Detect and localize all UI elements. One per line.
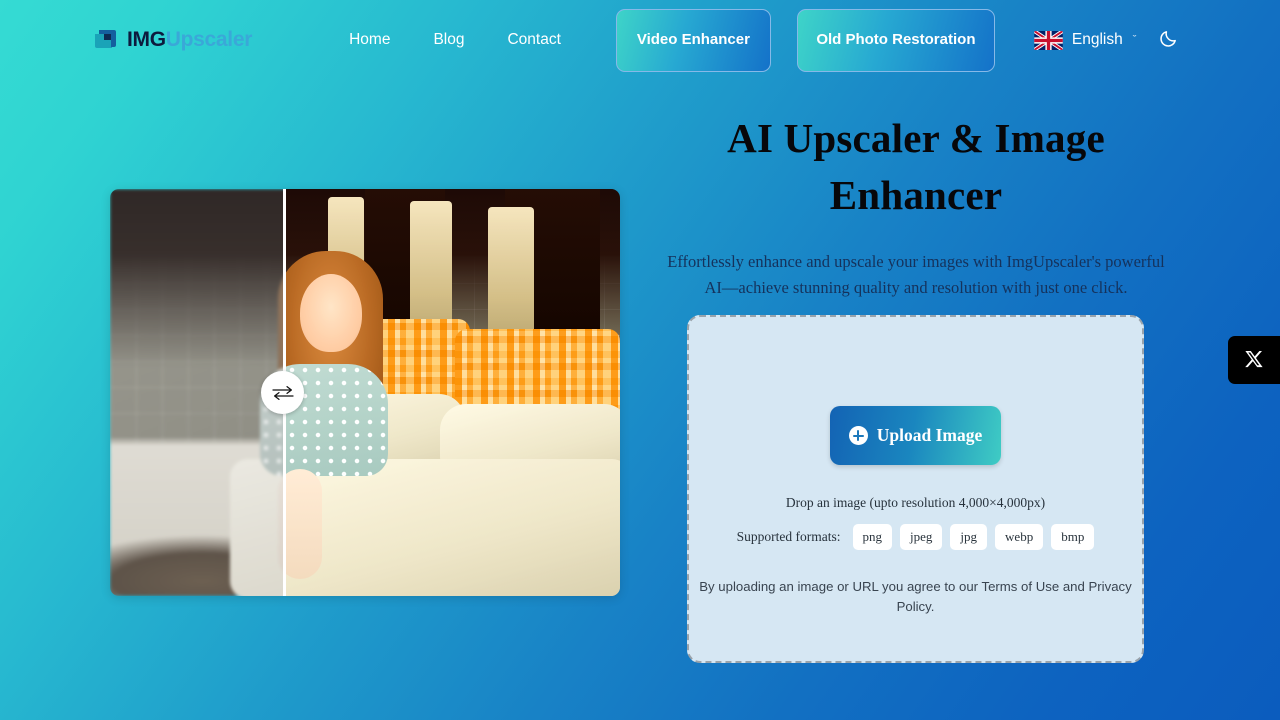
moon-icon[interactable]: [1158, 27, 1180, 54]
header-cta-group: Video Enhancer Old Photo Restoration: [615, 8, 995, 72]
format-chip-jpeg: jpeg: [900, 524, 943, 550]
nav-item-blog[interactable]: Blog: [433, 31, 464, 49]
upload-button-label: Upload Image: [876, 425, 983, 445]
before-after-comparison[interactable]: [110, 189, 620, 596]
nav-item-home[interactable]: Home: [349, 31, 390, 49]
comparison-slider-handle[interactable]: [261, 371, 304, 414]
hero-section: AI Upscaler & Image Enhancer Effortlessl…: [660, 110, 1172, 301]
page-title: AI Upscaler & Image Enhancer: [727, 115, 1105, 218]
format-chip-png: png: [852, 524, 893, 550]
upload-dropzone[interactable]: Upload Image Drop an image (upto resolut…: [687, 315, 1144, 663]
language-label: English: [1071, 31, 1123, 48]
site-header: IMGUpscaler Home Blog Contact Video Enha…: [0, 0, 1280, 80]
format-chip-webp: webp: [995, 524, 1044, 550]
upload-image-button[interactable]: Upload Image: [830, 406, 1001, 465]
terms-notice: By uploading an image or URL you agree t…: [699, 579, 1132, 614]
format-chip-jpg: jpg: [950, 524, 988, 550]
old-photo-restoration-button[interactable]: Old Photo Restoration: [796, 8, 995, 72]
swap-arrows-icon: [271, 385, 294, 400]
drop-hint-text: Drop an image (upto resolution 4,000×4,0…: [785, 495, 1046, 510]
share-on-x-button[interactable]: [1228, 336, 1280, 384]
image-logo-icon: [92, 27, 118, 53]
x-logo-icon: [1245, 351, 1263, 368]
supported-formats: Supported formats: png jpeg jpg webp bmp: [737, 524, 1095, 550]
uk-flag-icon: [1033, 30, 1063, 50]
logo-text-upscaler: Upscaler: [165, 28, 253, 51]
site-logo[interactable]: IMGUpscaler: [92, 27, 252, 53]
chevron-down-icon: ˇ: [1132, 33, 1137, 46]
main-nav: Home Blog Contact: [349, 31, 561, 49]
video-enhancer-button[interactable]: Video Enhancer: [615, 8, 771, 72]
plus-icon: [848, 426, 868, 445]
hero-subtitle: Effortlessly enhance and upscale your im…: [667, 251, 1165, 298]
supported-formats-label: Supported formats:: [736, 529, 841, 544]
format-chip-bmp: bmp: [1051, 524, 1095, 550]
nav-item-contact[interactable]: Contact: [507, 31, 560, 49]
language-selector[interactable]: English ˇ: [1033, 30, 1137, 50]
logo-text-img: IMG: [127, 28, 166, 51]
logo-text: IMGUpscaler: [127, 28, 252, 52]
